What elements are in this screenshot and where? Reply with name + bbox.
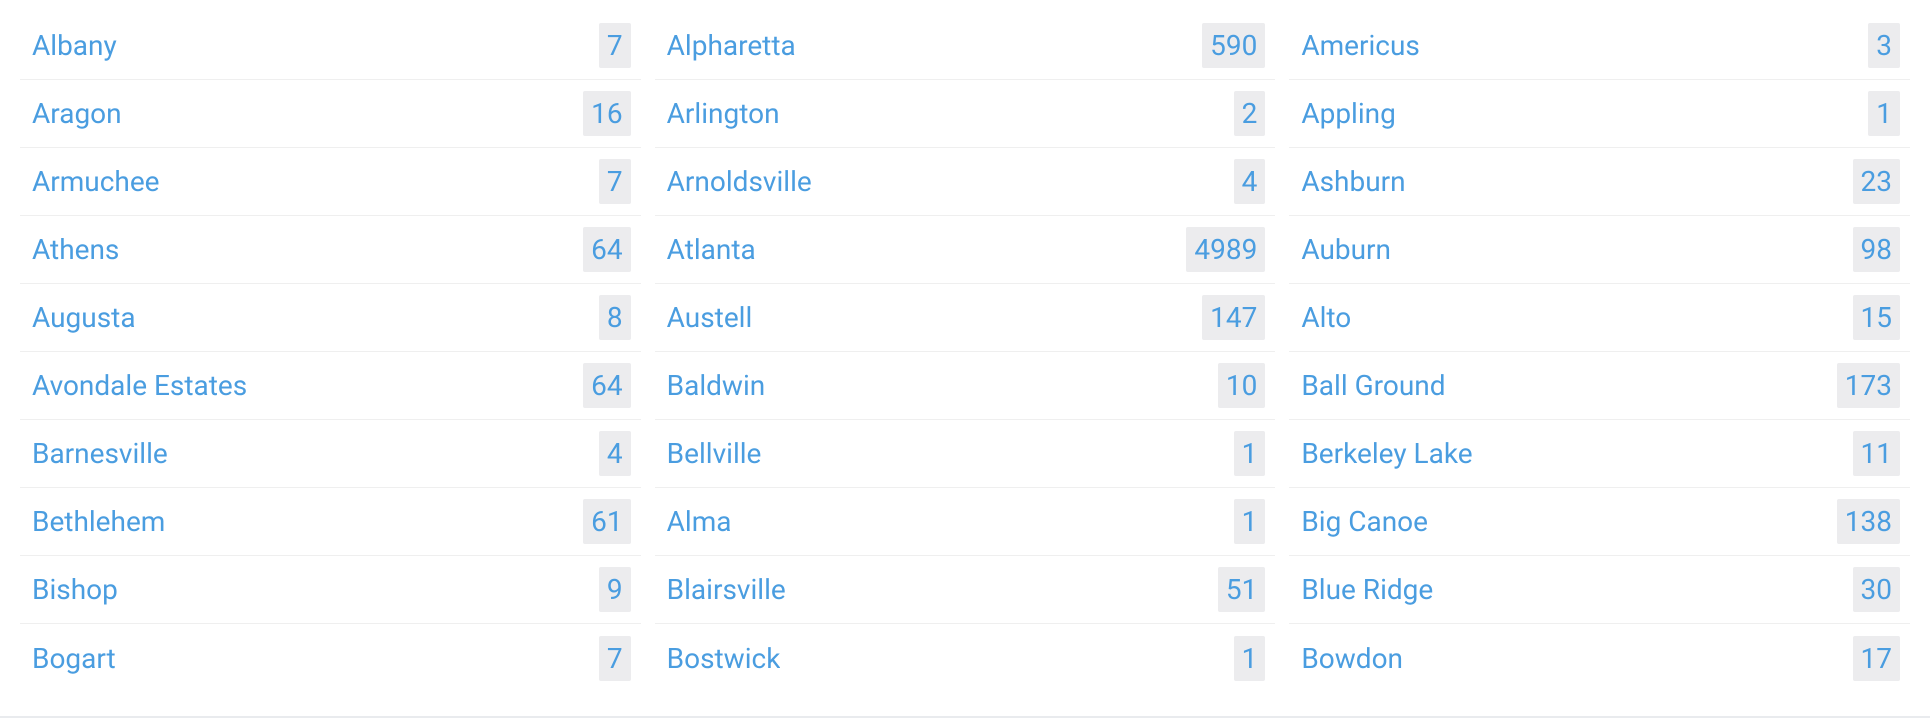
city-row: Armuchee 7 [20,148,641,216]
city-count[interactable]: 10 [1218,363,1265,408]
city-row: Austell 147 [655,284,1276,352]
city-count[interactable]: 1 [1234,499,1266,544]
city-count[interactable]: 173 [1837,363,1900,408]
city-count[interactable]: 23 [1853,159,1900,204]
city-count[interactable]: 2 [1234,91,1266,136]
city-row: Ashburn 23 [1289,148,1910,216]
city-link[interactable]: Alpharetta [667,29,796,62]
city-row: Big Canoe 138 [1289,488,1910,556]
city-row: Alpharetta 590 [655,12,1276,80]
city-list: Albany 7 Aragon 16 Armuchee 7 Athens 64 Augusta 8… [0,0,1930,718]
city-row: Bostwick 1 [655,624,1276,692]
city-count[interactable]: 11 [1853,431,1900,476]
city-link[interactable]: Blue Ridge [1301,573,1433,606]
city-link[interactable]: Bellville [667,437,762,470]
city-link[interactable]: Albany [32,29,117,62]
city-row: Americus 3 [1289,12,1910,80]
city-count[interactable]: 4 [599,431,631,476]
city-link[interactable]: Barnesville [32,437,168,470]
city-link[interactable]: Arlington [667,97,780,130]
city-link[interactable]: Alma [667,505,732,538]
city-link[interactable]: Berkeley Lake [1301,437,1472,470]
city-row: Berkeley Lake 11 [1289,420,1910,488]
city-count[interactable]: 7 [599,159,631,204]
city-count[interactable]: 17 [1853,636,1900,681]
city-row: Arnoldsville 4 [655,148,1276,216]
city-link[interactable]: Ball Ground [1301,369,1445,402]
city-link[interactable]: Armuchee [32,165,160,198]
city-row: Baldwin 10 [655,352,1276,420]
city-link[interactable]: Bogart [32,642,116,675]
city-count[interactable]: 64 [583,227,630,272]
city-grid: Albany 7 Aragon 16 Armuchee 7 Athens 64 Augusta 8… [20,12,1910,692]
city-count[interactable]: 1 [1234,636,1266,681]
city-row: Blue Ridge 30 [1289,556,1910,624]
city-row: Appling 1 [1289,80,1910,148]
city-count[interactable]: 98 [1853,227,1900,272]
city-row: Aragon 16 [20,80,641,148]
city-row: Albany 7 [20,12,641,80]
city-link[interactable]: Bishop [32,573,118,606]
city-link[interactable]: Auburn [1301,233,1391,266]
city-link[interactable]: Ashburn [1301,165,1405,198]
city-row: Barnesville 4 [20,420,641,488]
city-row: Bowdon 17 [1289,624,1910,692]
city-count[interactable]: 3 [1868,23,1900,68]
city-row: Bishop 9 [20,556,641,624]
city-count[interactable]: 147 [1202,295,1265,340]
city-link[interactable]: Big Canoe [1301,505,1428,538]
city-column: Americus 3 Appling 1 Ashburn 23 Auburn 98 Alto 15… [1289,12,1910,692]
city-link[interactable]: Bethlehem [32,505,165,538]
city-row: Arlington 2 [655,80,1276,148]
city-count[interactable]: 9 [599,567,631,612]
city-count[interactable]: 8 [599,295,631,340]
city-row: Bogart 7 [20,624,641,692]
city-link[interactable]: Appling [1301,97,1396,130]
city-link[interactable]: Avondale Estates [32,369,247,402]
city-count[interactable]: 15 [1853,295,1900,340]
city-row: Auburn 98 [1289,216,1910,284]
city-count[interactable]: 4 [1234,159,1266,204]
city-count[interactable]: 590 [1202,23,1265,68]
city-link[interactable]: Aragon [32,97,122,130]
city-row: Bethlehem 61 [20,488,641,556]
city-link[interactable]: Americus [1301,29,1420,62]
city-row: Avondale Estates 64 [20,352,641,420]
city-link[interactable]: Athens [32,233,119,266]
city-count[interactable]: 64 [583,363,630,408]
city-count[interactable]: 61 [583,499,630,544]
city-row: Augusta 8 [20,284,641,352]
city-row: Alma 1 [655,488,1276,556]
city-link[interactable]: Arnoldsville [667,165,812,198]
city-link[interactable]: Austell [667,301,753,334]
city-link[interactable]: Alto [1301,301,1351,334]
city-link[interactable]: Atlanta [667,233,756,266]
city-count[interactable]: 4989 [1186,227,1265,272]
city-row: Alto 15 [1289,284,1910,352]
city-link[interactable]: Augusta [32,301,136,334]
city-link[interactable]: Blairsville [667,573,786,606]
city-row: Ball Ground 173 [1289,352,1910,420]
city-count[interactable]: 1 [1868,91,1900,136]
city-row: Bellville 1 [655,420,1276,488]
city-link[interactable]: Bostwick [667,642,781,675]
city-count[interactable]: 16 [583,91,630,136]
city-row: Athens 64 [20,216,641,284]
city-count[interactable]: 7 [599,23,631,68]
city-row: Atlanta 4989 [655,216,1276,284]
city-column: Albany 7 Aragon 16 Armuchee 7 Athens 64 Augusta 8… [20,12,641,692]
city-row: Blairsville 51 [655,556,1276,624]
city-count[interactable]: 30 [1853,567,1900,612]
city-count[interactable]: 1 [1234,431,1266,476]
city-link[interactable]: Baldwin [667,369,766,402]
city-count[interactable]: 138 [1837,499,1900,544]
city-count[interactable]: 51 [1218,567,1265,612]
city-column: Alpharetta 590 Arlington 2 Arnoldsville 4 Atla… [655,12,1276,692]
city-count[interactable]: 7 [599,636,631,681]
city-link[interactable]: Bowdon [1301,642,1403,675]
